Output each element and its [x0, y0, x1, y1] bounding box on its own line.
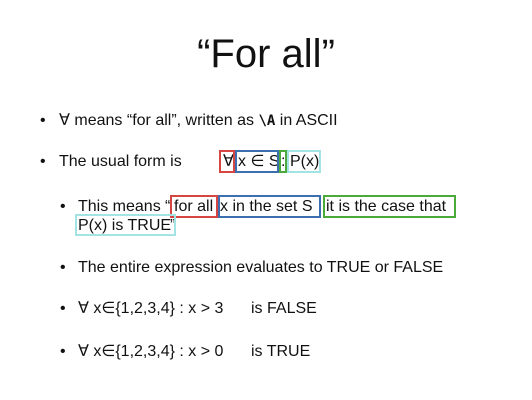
slide-title: “For all” — [197, 32, 335, 76]
phrase-for-all: for all — [174, 198, 214, 215]
open-quote: “ — [165, 198, 171, 215]
ascii-code: \A — [258, 113, 276, 129]
bullet-text: in ASCII — [275, 112, 338, 129]
example-result: is TRUE — [251, 343, 311, 360]
bullet-dot: • — [60, 198, 66, 215]
bullet-dot: • — [40, 112, 46, 129]
set-membership: x ∈ S — [238, 153, 280, 170]
bullet-text: This means — [78, 198, 161, 215]
example-expression: ∀ x∈{1,2,3,4} : x > 0 — [78, 343, 224, 360]
example-result: is FALSE — [251, 300, 317, 317]
bullet-dot: • — [60, 300, 66, 317]
close-quote: ” — [170, 217, 176, 234]
phrase-predicate: P(x) is TRUE — [78, 217, 172, 234]
phrase-case: it is the case that — [326, 198, 447, 215]
bullet-dot: • — [60, 259, 66, 276]
bullet-dot: • — [60, 343, 66, 360]
separator: : — [281, 153, 286, 170]
bullet-text: The entire expression evaluates to TRUE … — [78, 259, 444, 276]
bullet-text: The usual form is — [59, 153, 182, 170]
comma: , — [318, 198, 323, 215]
example-expression: ∀ x∈{1,2,3,4} : x > 3 — [78, 300, 224, 317]
predicate: P(x) — [290, 153, 320, 170]
bullet-usual-form: The usual form is — [59, 152, 182, 172]
bullet-dot: • — [40, 153, 46, 170]
bullet-forall-meaning: ∀ means “for all”, written as \A in ASCI… — [59, 111, 338, 131]
quantifier-symbol: ∀ — [223, 153, 234, 170]
forall-symbol: ∀ — [59, 112, 70, 129]
phrase-in-set: x in the set S — [220, 198, 313, 215]
bullet-text: means “for all”, written as — [69, 112, 259, 129]
